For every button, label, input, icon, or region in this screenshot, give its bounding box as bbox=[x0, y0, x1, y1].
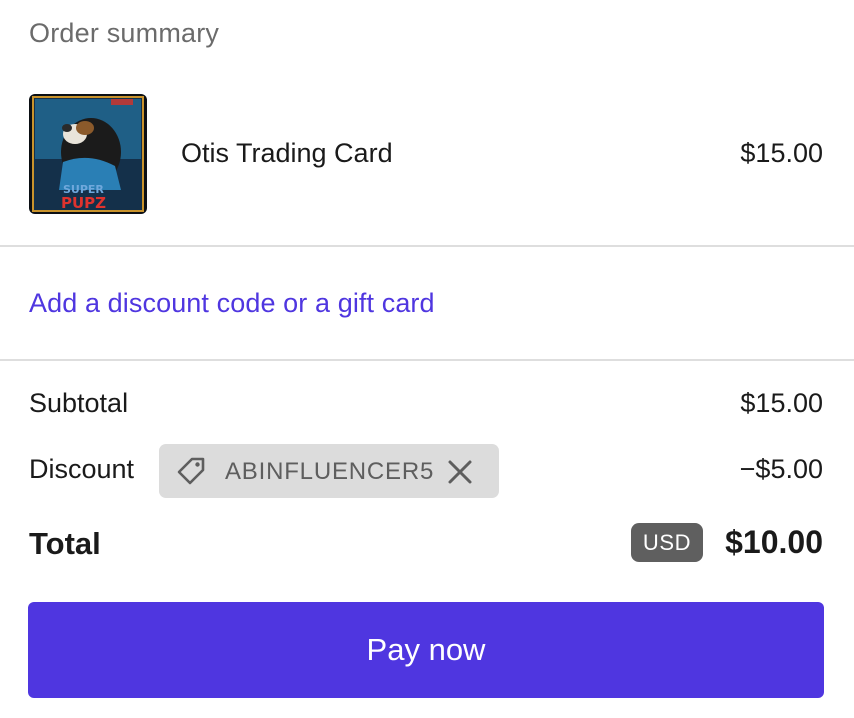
currency-badge: USD bbox=[631, 523, 703, 562]
product-row: SUPER PUPZ Otis Trading Card $15.00 bbox=[0, 94, 854, 214]
product-name: Otis Trading Card bbox=[181, 138, 393, 168]
subtotal-label: Subtotal bbox=[29, 388, 129, 418]
divider bbox=[0, 245, 854, 247]
order-summary-title: Order summary bbox=[29, 18, 220, 48]
discount-value: −$5.00 bbox=[739, 454, 823, 484]
tag-icon bbox=[175, 456, 207, 486]
total-label: Total bbox=[29, 526, 101, 561]
trading-card-image: SUPER PUPZ bbox=[29, 94, 147, 214]
add-discount-link[interactable]: Add a discount code or a gift card bbox=[29, 288, 435, 319]
discount-label: Discount bbox=[29, 454, 135, 484]
product-thumbnail: SUPER PUPZ bbox=[29, 94, 147, 214]
discount-code-chip: ABINFLUENCER5 bbox=[159, 444, 499, 498]
discount-code: ABINFLUENCER5 bbox=[225, 458, 435, 485]
pay-now-button[interactable]: Pay now bbox=[28, 602, 824, 698]
close-icon[interactable] bbox=[446, 458, 474, 486]
total-value: $10.00 bbox=[725, 524, 823, 560]
checkout-summary: Order summary SUPER PUPZ Otis Trading Ca… bbox=[0, 0, 854, 718]
subtotal-value: $15.00 bbox=[740, 388, 823, 418]
card-text-pupz: PUPZ bbox=[61, 194, 106, 212]
divider bbox=[0, 359, 854, 361]
product-price: $15.00 bbox=[740, 138, 823, 168]
